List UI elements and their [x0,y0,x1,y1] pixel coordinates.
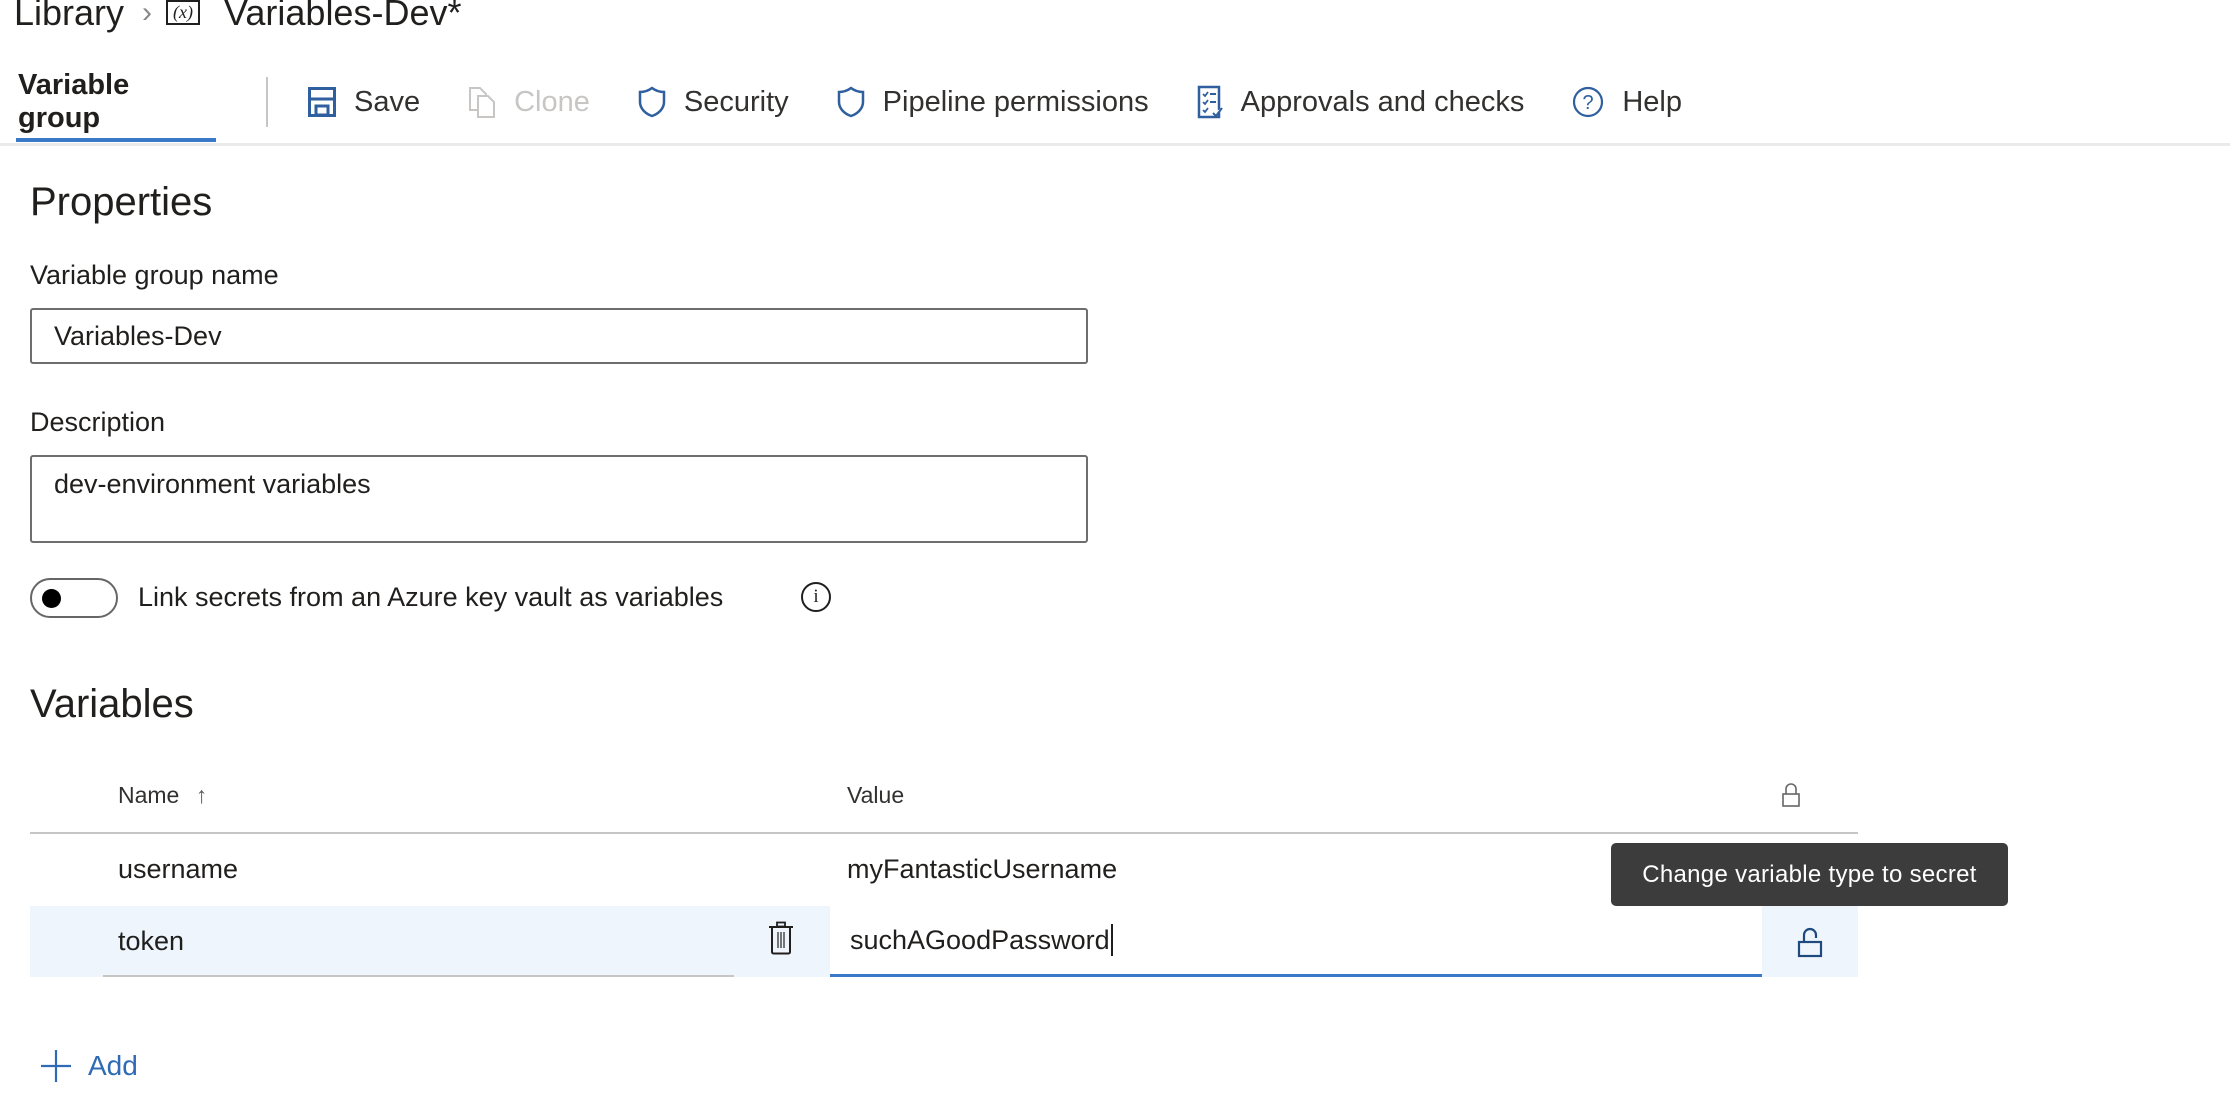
unlock-icon [1797,927,1823,957]
keyvault-toggle-label: Link secrets from an Azure key vault as … [138,582,724,612]
column-header-name-label: Name [118,782,180,808]
name-input-underline [103,975,734,977]
variable-name: username [118,854,239,884]
delete-icon[interactable] [768,921,794,955]
save-button[interactable]: Save [308,60,420,144]
toolbar-divider [266,77,268,127]
variable-value-input[interactable]: suchAGoodPassword [830,906,1762,977]
add-variable-button[interactable]: Add [40,1044,138,1088]
pipeline-permissions-label: Pipeline permissions [882,85,1149,118]
tooltip: Change variable type to secret [1611,843,2008,906]
active-tab-indicator [16,138,216,142]
variable-value: myFantasticUsername [847,854,1118,884]
keyvault-toggle[interactable] [30,578,118,618]
security-button[interactable]: Security [638,60,789,144]
tab-variable-group-label: Variable group [18,69,130,134]
properties-heading: Properties [30,180,213,224]
breadcrumb-library-link[interactable]: Library [14,0,124,34]
header-divider [0,143,2230,146]
save-label: Save [354,85,421,118]
clone-button[interactable]: Clone [468,60,590,144]
lock-icon [1782,783,1800,807]
svg-text:?: ? [1583,92,1594,114]
pipeline-permissions-button[interactable]: Pipeline permissions [837,60,1149,144]
variable-name-input[interactable]: token [118,921,184,961]
clone-label: Clone [514,85,590,118]
tab-variable-group[interactable]: Variable group [0,60,216,144]
help-icon: ? [1573,86,1604,118]
toolbar: Variable group Save Clone Security Pipel… [0,60,2230,144]
info-icon[interactable]: i [801,582,831,612]
save-icon [308,87,336,117]
toggle-secret-button[interactable] [1762,906,1858,977]
checklist-icon [1197,85,1223,119]
variables-heading: Variables [30,682,194,726]
breadcrumb-current: Variables-Dev* [224,0,462,33]
variable-value-text: suchAGoodPassword [850,924,1110,955]
approvals-and-checks-label: Approvals and checks [1240,85,1525,118]
chevron-right-icon: › [142,0,153,29]
toggle-knob [42,589,61,608]
text-caret [1110,924,1113,956]
column-header-value: Value [847,782,905,808]
clone-icon [469,87,496,118]
add-label: Add [88,1050,138,1081]
variable-group-icon-glyph: (x) [173,2,194,22]
help-button[interactable]: ? Help [1572,60,1682,144]
shield-icon [638,86,666,118]
column-header-name[interactable]: Name ↑ [118,778,207,812]
variable-group-name-label: Variable group name [30,260,279,290]
description-textarea[interactable]: dev-environment variables [30,455,1088,543]
approvals-and-checks-button[interactable]: Approvals and checks [1197,60,1525,144]
description-label: Description [30,407,166,437]
breadcrumb: Library › (x) Variables-Dev* [14,0,461,38]
security-label: Security [683,85,789,118]
shield-icon [837,86,864,118]
variable-group-icon: (x) [166,0,201,25]
plus-icon [41,1050,71,1082]
sort-ascending-icon: ↑ [195,782,208,808]
variable-group-name-input[interactable] [30,308,1088,364]
help-label: Help [1622,85,1682,118]
